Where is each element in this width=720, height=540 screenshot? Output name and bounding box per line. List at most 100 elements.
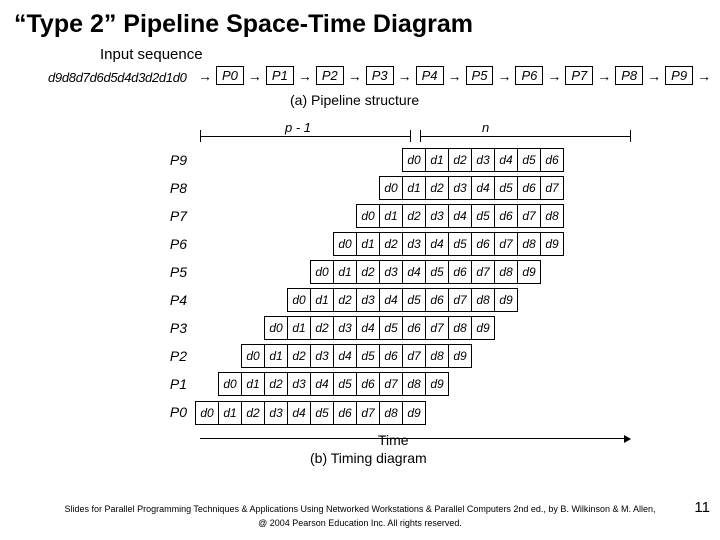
timing-row: P0d0d1d2d3d4d5d6d7d8d9 <box>160 398 563 426</box>
timing-cell: d1 <box>356 232 380 256</box>
time-axis-label: Time <box>378 432 409 448</box>
arrow-right-icon: → <box>647 68 661 84</box>
caption-a: (a) Pipeline structure <box>290 92 419 108</box>
timing-row: P9d0d1d2d3d4d5d6 <box>160 146 563 174</box>
timing-cell: d3 <box>402 232 426 256</box>
timing-grid: P9d0d1d2d3d4d5d6P8d0d1d2d3d4d5d6d7P7d0d1… <box>160 146 563 426</box>
timing-cell: d2 <box>448 148 472 172</box>
arrow-right-icon: → <box>448 68 462 84</box>
timing-cell: d0 <box>379 176 403 200</box>
arrow-right-icon: → <box>497 68 511 84</box>
timing-cell: d7 <box>517 204 541 228</box>
timing-cell: d4 <box>448 204 472 228</box>
timing-cell: d2 <box>402 204 426 228</box>
timing-cell: d4 <box>425 232 449 256</box>
timing-cell: d2 <box>287 344 311 368</box>
timing-cell: d3 <box>471 148 495 172</box>
timing-cell: d9 <box>471 316 495 340</box>
timing-cell: d9 <box>517 260 541 284</box>
timing-row: P5 d0d1d2d3d4d5d6d7d8d9 <box>160 258 563 286</box>
timing-cell: d5 <box>517 148 541 172</box>
pipeline-stage: P6 <box>515 66 543 85</box>
timing-cell: d1 <box>402 176 426 200</box>
timing-cell: d0 <box>287 288 311 312</box>
row-label: P7 <box>160 208 195 224</box>
timing-cell: d6 <box>379 344 403 368</box>
timing-cell: d5 <box>333 372 357 396</box>
timing-cell: d5 <box>310 401 334 425</box>
page-title: “Type 2” Pipeline Space-Time Diagram <box>0 0 720 41</box>
timing-cell: d4 <box>494 148 518 172</box>
time-axis-arrow <box>200 438 630 439</box>
timing-cell: d4 <box>379 288 403 312</box>
timing-cell: d4 <box>356 316 380 340</box>
pipeline-stage: P8 <box>615 66 643 85</box>
timing-cell: d5 <box>379 316 403 340</box>
timing-cell: d5 <box>425 260 449 284</box>
timing-cell: d3 <box>379 260 403 284</box>
timing-cell: d4 <box>402 260 426 284</box>
row-label: P8 <box>160 180 195 196</box>
timing-cell: d7 <box>448 288 472 312</box>
timing-row: P6d0d1d2d3d4d5d6d7d8d9 <box>160 230 563 258</box>
pipeline-stage: P3 <box>366 66 394 85</box>
timing-cell: d8 <box>448 316 472 340</box>
brace-right-label: n <box>482 120 489 135</box>
timing-cell: d8 <box>425 344 449 368</box>
timing-cell: d6 <box>494 204 518 228</box>
timing-cell: d6 <box>471 232 495 256</box>
arrow-right-icon: → <box>298 68 312 84</box>
brace-right-line <box>420 136 630 144</box>
footer-line-2: @ 2004 Pearson Education Inc. All rights… <box>0 517 720 531</box>
timing-cell: d0 <box>218 372 242 396</box>
timing-cell: d2 <box>356 260 380 284</box>
row-label: P1 <box>160 376 195 392</box>
timing-cell: d6 <box>540 148 564 172</box>
timing-cell: d2 <box>379 232 403 256</box>
row-label: P5 <box>160 264 195 280</box>
timing-cell: d2 <box>241 401 265 425</box>
timing-cell: d0 <box>264 316 288 340</box>
timing-cell: d0 <box>241 344 265 368</box>
timing-cell: d0 <box>310 260 334 284</box>
footer: Slides for Parallel Programming Techniqu… <box>0 503 720 530</box>
arrow-right-icon: → <box>597 68 611 84</box>
timing-cell: d3 <box>333 316 357 340</box>
timing-cell: d1 <box>333 260 357 284</box>
timing-row: P4d0d1d2d3d4d5d6d7d8d9 <box>160 286 563 314</box>
timing-cell: d7 <box>356 401 380 425</box>
timing-cell: d4 <box>471 176 495 200</box>
timing-cell: d9 <box>402 401 426 425</box>
timing-cell: d5 <box>448 232 472 256</box>
timing-cell: d1 <box>218 401 242 425</box>
timing-cell: d2 <box>333 288 357 312</box>
timing-cell: d7 <box>471 260 495 284</box>
timing-cell: d6 <box>425 288 449 312</box>
timing-cell: d6 <box>356 372 380 396</box>
timing-cell: d6 <box>333 401 357 425</box>
timing-cell: d1 <box>264 344 288 368</box>
pipeline-stage: P2 <box>316 66 344 85</box>
timing-cell: d3 <box>448 176 472 200</box>
timing-cell: d2 <box>425 176 449 200</box>
timing-cell: d1 <box>425 148 449 172</box>
timing-cell: d9 <box>494 288 518 312</box>
timing-cell: d2 <box>264 372 288 396</box>
timing-cell: d1 <box>379 204 403 228</box>
arrow-right-icon: → <box>198 68 212 84</box>
timing-cell: d7 <box>425 316 449 340</box>
timing-cell: d6 <box>402 316 426 340</box>
timing-cell: d5 <box>471 204 495 228</box>
row-label: P3 <box>160 320 195 336</box>
pipeline-stage: P1 <box>266 66 294 85</box>
timing-row: P3d0d1d2d3d4d5d6d7d8d9 <box>160 314 563 342</box>
timing-row: P1d0d1d2d3d4d5d6d7d8d9 <box>160 370 563 398</box>
brace-left-label: p - 1 <box>285 120 311 135</box>
timing-cell: d6 <box>448 260 472 284</box>
pipeline-stage: P0 <box>216 66 244 85</box>
timing-cell: d8 <box>494 260 518 284</box>
timing-cell: d1 <box>310 288 334 312</box>
timing-cell: d0 <box>195 401 219 425</box>
timing-cell: d9 <box>425 372 449 396</box>
timing-cell: d0 <box>333 232 357 256</box>
